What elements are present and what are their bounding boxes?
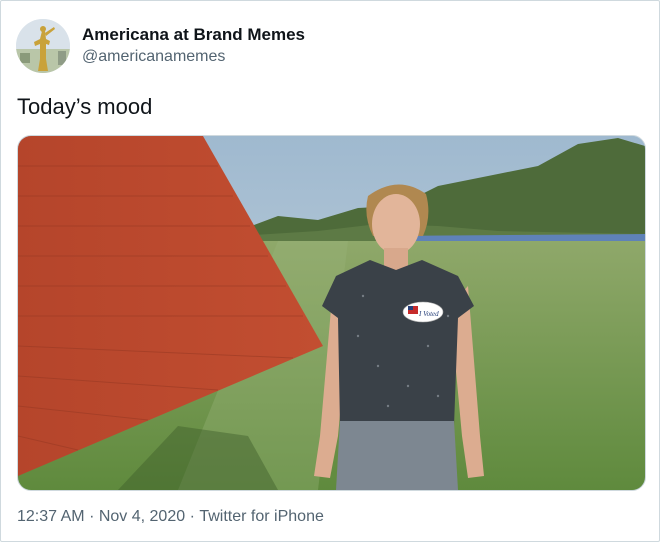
sticker-text: I Voted (418, 310, 439, 318)
tweet-time[interactable]: 12:37 AM (17, 508, 85, 525)
author-handle[interactable]: @americanamemes (82, 47, 305, 67)
tweet-date[interactable]: Nov 4, 2020 (99, 508, 185, 525)
tweet-text: Today’s mood (17, 94, 153, 119)
author-display-name[interactable]: Americana at Brand Memes (82, 25, 305, 45)
tweet-meta: 12:37 AM · Nov 4, 2020 · Twitter for iPh… (17, 507, 324, 527)
tweet-card: Americana at Brand Memes @americanamemes… (0, 0, 660, 542)
photo-woman-field-voted-sticker-icon: I Voted (18, 136, 645, 490)
tweet-header: Americana at Brand Memes @americanamemes (16, 19, 636, 75)
golden-statue-avatar-icon (16, 19, 70, 73)
author-names: Americana at Brand Memes @americanamemes (82, 25, 305, 67)
tweet-media-image[interactable]: I Voted (17, 135, 646, 491)
tweet-source[interactable]: Twitter for iPhone (199, 508, 324, 525)
meta-separator: · (89, 508, 95, 525)
avatar[interactable] (16, 19, 70, 73)
meta-separator: · (189, 508, 195, 525)
